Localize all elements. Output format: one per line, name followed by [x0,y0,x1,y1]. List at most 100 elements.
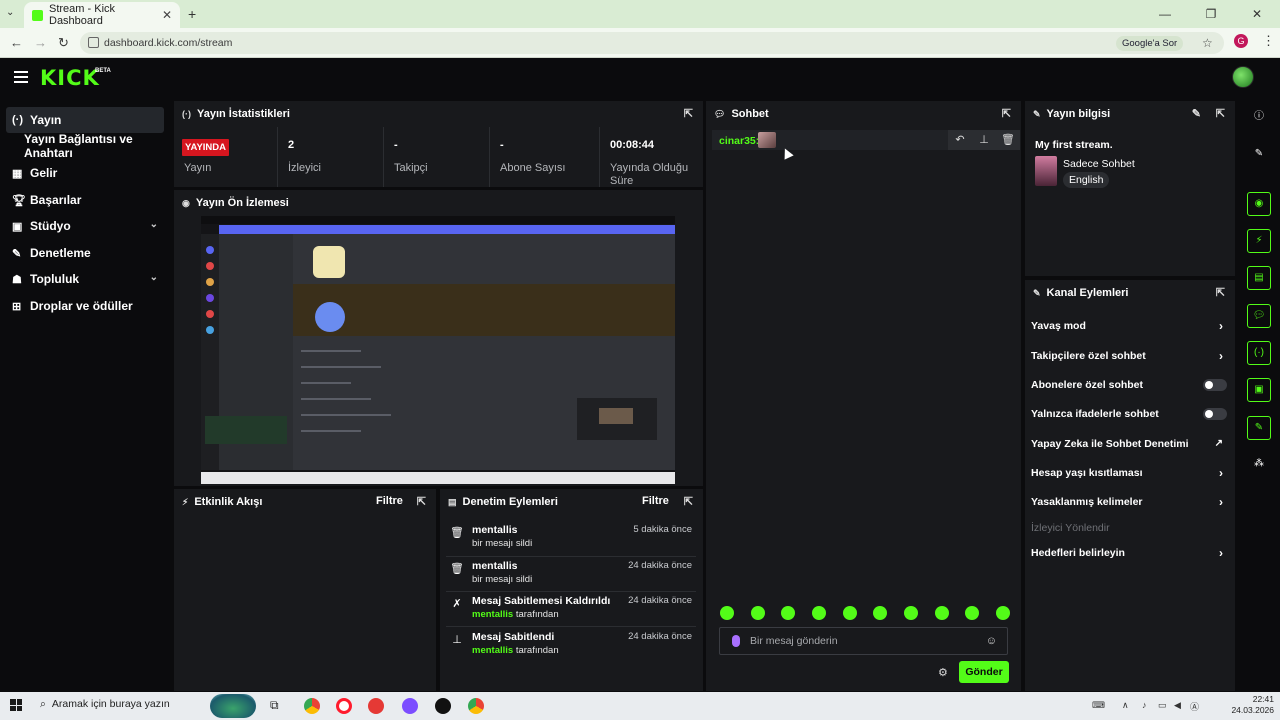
obs-icon[interactable] [435,698,451,714]
browser-profile-avatar[interactable]: G [1234,34,1248,48]
volume-icon[interactable]: ◀ [1174,700,1181,711]
tab-search-icon[interactable]: ⌄ [6,7,14,18]
trash-icon[interactable]: 🗑︎ [996,130,1020,150]
language-icon[interactable]: Ⓐ [1190,700,1199,713]
emote-icon[interactable] [903,606,918,620]
discord-icon[interactable] [402,698,418,714]
moderation-title: Mesaj Sabitlemesi Kaldırıldı [472,595,611,607]
maximize-icon[interactable]: ❐ [1188,0,1234,28]
channel-action-ai-moderation[interactable]: Yapay Zeka ile Sohbet Denetimi ↗ [1031,434,1227,454]
search-highlight-image[interactable] [210,694,256,718]
filter-button[interactable]: Filtre [376,495,403,507]
chat-username[interactable]: cinar35: [719,135,759,147]
kick-logo[interactable]: KICK [40,66,100,90]
back-icon[interactable]: ← [10,35,23,50]
app-icon[interactable] [368,698,384,714]
emote-icon[interactable] [720,606,734,620]
emoji-icon[interactable]: ☺ [986,635,997,647]
sidebar-item-gelir[interactable]: ▦ Gelir [6,160,164,186]
chevron-down-icon[interactable]: ⌄ [150,272,158,283]
bookmark-star-icon[interactable]: ☆ [1202,36,1213,50]
live-badge: YAYINDA [182,139,230,156]
microphone-icon[interactable] [732,635,740,647]
opera-icon[interactable] [336,698,352,714]
panel-header: 💬︎ Sohbet ⇱ [706,101,1021,127]
channel-action-account-age[interactable]: Hesap yaşı kısıtlaması › [1031,463,1227,483]
popout-icon[interactable]: ⇱ [417,495,426,508]
close-tab-icon[interactable]: ✕ [162,8,172,22]
user-avatar[interactable] [1232,66,1254,88]
sidebar-item-yayin[interactable]: (·) Yayın [6,107,164,133]
sidebar-item-stream-key[interactable]: Yayın Bağlantısı ve Anahtarı [18,132,172,160]
popout-icon[interactable]: ⇱ [1216,107,1225,120]
channel-action-followers-only[interactable]: Takipçilere özel sohbet › [1031,346,1227,366]
chat-toggle-icon[interactable]: 💬︎ [1247,304,1271,328]
close-window-icon[interactable]: ✕ [1234,0,1280,28]
emote-icon[interactable] [811,606,826,620]
url-input[interactable]: dashboard.kick.com/stream Google'a Sor ☆ [80,32,1224,54]
chat-message-input[interactable] [750,631,980,651]
keyboard-icon[interactable]: ⌨ [1092,700,1105,711]
widgets-icon[interactable]: ⁂ [1247,453,1271,477]
sidebar-item-basarilar[interactable]: 🏆︎ Başarılar [6,187,164,213]
popout-icon[interactable]: ⇱ [1002,107,1011,120]
emote-icon[interactable] [965,606,980,620]
minimize-icon[interactable]: — [1142,0,1188,28]
lightning-toggle-icon[interactable]: ⚡︎ [1247,229,1271,253]
popout-icon[interactable]: ⇱ [684,495,693,508]
edit-pencil-icon[interactable]: ✎ [1192,107,1201,120]
moderation-toggle-icon[interactable]: ▤ [1247,266,1271,290]
channel-action-banned-words[interactable]: Yasaklanmış kelimeler › [1031,492,1227,512]
emotes-only-toggle[interactable] [1203,408,1227,420]
filter-button[interactable]: Filtre [642,495,669,507]
tray-expand-icon[interactable]: ∧ [1122,700,1129,711]
undo-icon[interactable]: ↶ [948,130,972,150]
google-ask-button[interactable]: Google'a Sor [1116,36,1184,51]
stream-preview-video[interactable] [201,216,675,484]
send-button[interactable]: Gönder [959,661,1009,683]
emote-icon[interactable] [934,606,949,620]
moderation-item: 🗑︎ mentallis bir mesajı sildi 24 dakika … [446,558,696,594]
kick-favicon-icon [32,9,43,21]
sidebar-item-droplar[interactable]: ⊞ Droplar ve ödüller [6,293,164,319]
broadcast-toggle-icon[interactable]: (·) [1247,341,1271,365]
preview-toggle-icon[interactable]: ▣ [1247,378,1271,402]
windows-start-icon[interactable] [10,699,22,711]
popout-icon[interactable]: ⇱ [684,107,693,120]
popout-icon[interactable]: ⇱ [1216,286,1225,299]
info-icon[interactable]: ⓘ [1247,106,1271,130]
emote-icon[interactable] [781,606,796,620]
chat-message[interactable]: cinar35: ↶ ⊥ 🗑︎ [712,130,1020,150]
site-info-icon[interactable] [88,37,99,48]
emote-icon[interactable] [995,606,1010,620]
taskbar-clock[interactable]: 22:41 24.03.2026 [1231,694,1274,716]
reload-icon[interactable]: ↻ [58,35,69,51]
microphone-tray-icon[interactable]: ♪ [1142,700,1147,710]
sidebar-item-denetleme[interactable]: ✎ Denetleme [6,240,164,266]
browser-tab[interactable]: Stream - Kick Dashboard ✕ [24,2,180,28]
task-view-icon[interactable]: ⧉ [270,698,286,714]
emote-icon[interactable] [873,606,888,620]
chevron-down-icon[interactable]: ⌄ [150,219,158,230]
chat-settings-gear-icon[interactable]: ⚙ [938,666,948,679]
edit-pencil-icon[interactable]: ✎ [1247,143,1271,167]
emote-icon[interactable] [750,606,765,620]
subscribers-only-toggle[interactable] [1203,379,1227,391]
chrome-icon[interactable] [304,698,320,714]
network-icon[interactable]: ▭ [1158,700,1167,711]
chrome-profile-icon[interactable] [468,698,484,714]
sidebar-item-topluluk[interactable]: ☗ Topluluk ⌄ [6,266,164,292]
new-tab-icon[interactable]: + [188,6,196,22]
sidebar-item-studyo[interactable]: ▣ Stüdyo ⌄ [6,213,164,239]
emote-icon[interactable] [842,606,857,620]
taskbar-search[interactable]: ⌕ Aramak için buraya yazın [40,698,170,711]
hamburger-menu-icon[interactable] [14,71,28,86]
channel-action-slow-mode[interactable]: Yavaş mod › [1031,316,1227,336]
channel-action-goals[interactable]: Hedefleri belirleyin › [1031,543,1227,563]
pin-icon[interactable]: ⊥ [972,130,996,150]
forward-icon[interactable]: → [34,35,47,50]
activity-feed-toggle-icon[interactable]: ◉ [1247,192,1271,216]
wrench-toggle-icon[interactable]: ✎ [1247,416,1271,440]
browser-menu-icon[interactable]: ⋮ [1262,33,1275,49]
stat-label: Takipçi [394,162,428,174]
